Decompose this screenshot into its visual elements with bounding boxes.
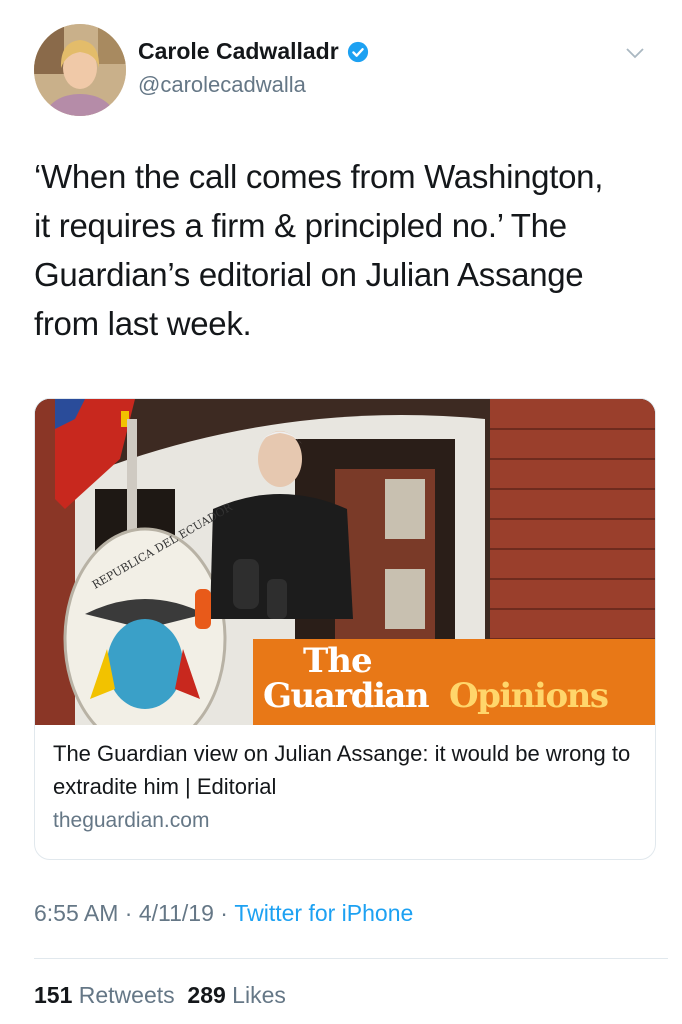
divider [34, 958, 668, 959]
avatar[interactable] [34, 24, 126, 116]
verified-badge-icon [347, 41, 368, 62]
link-card[interactable]: REPUBLICA DEL ECUADOR The Guardian Opini… [34, 398, 656, 860]
tweet-date: 4/11/19 [138, 900, 214, 926]
meta-separator: · [118, 900, 139, 926]
chevron-down-icon[interactable] [624, 42, 646, 64]
likes-label[interactable]: Likes [226, 982, 286, 1009]
card-image: REPUBLICA DEL ECUADOR The Guardian Opini… [35, 399, 655, 751]
card-domain: theguardian.com [53, 809, 210, 832]
logo-opinions: Opinions [449, 676, 609, 716]
likes-count[interactable]: 289 [187, 982, 225, 1009]
user-handle[interactable]: @carolecadwalla [138, 72, 306, 98]
tweet-source-link[interactable]: Twitter for iPhone [234, 900, 413, 927]
tweet-text: ‘When the call comes from Washington, it… [34, 158, 604, 342]
retweets-count[interactable]: 151 [34, 982, 72, 1009]
name-row: Carole Cadwalladr [138, 38, 369, 65]
tweet-meta: 6:55 AM · 4/11/19 · Twitter for iPhone [34, 900, 413, 927]
logo-guardian: Guardian [263, 676, 430, 716]
tweet-time: 6:55 AM [34, 900, 119, 926]
retweets-label[interactable]: Retweets [72, 982, 175, 1009]
display-name[interactable]: Carole Cadwalladr [138, 38, 339, 65]
stats-spacer [175, 982, 188, 1009]
logo-the: The [303, 641, 373, 681]
card-title[interactable]: The Guardian view on Julian Assange: it … [53, 737, 643, 803]
guardian-opinions-logo: The Guardian Opinions [253, 639, 655, 725]
tweet-header: Carole Cadwalladr @carolecadwalla [34, 24, 646, 116]
meta-separator: · [213, 900, 235, 926]
tweet-stats: 151 Retweets 289 Likes [34, 982, 286, 1009]
